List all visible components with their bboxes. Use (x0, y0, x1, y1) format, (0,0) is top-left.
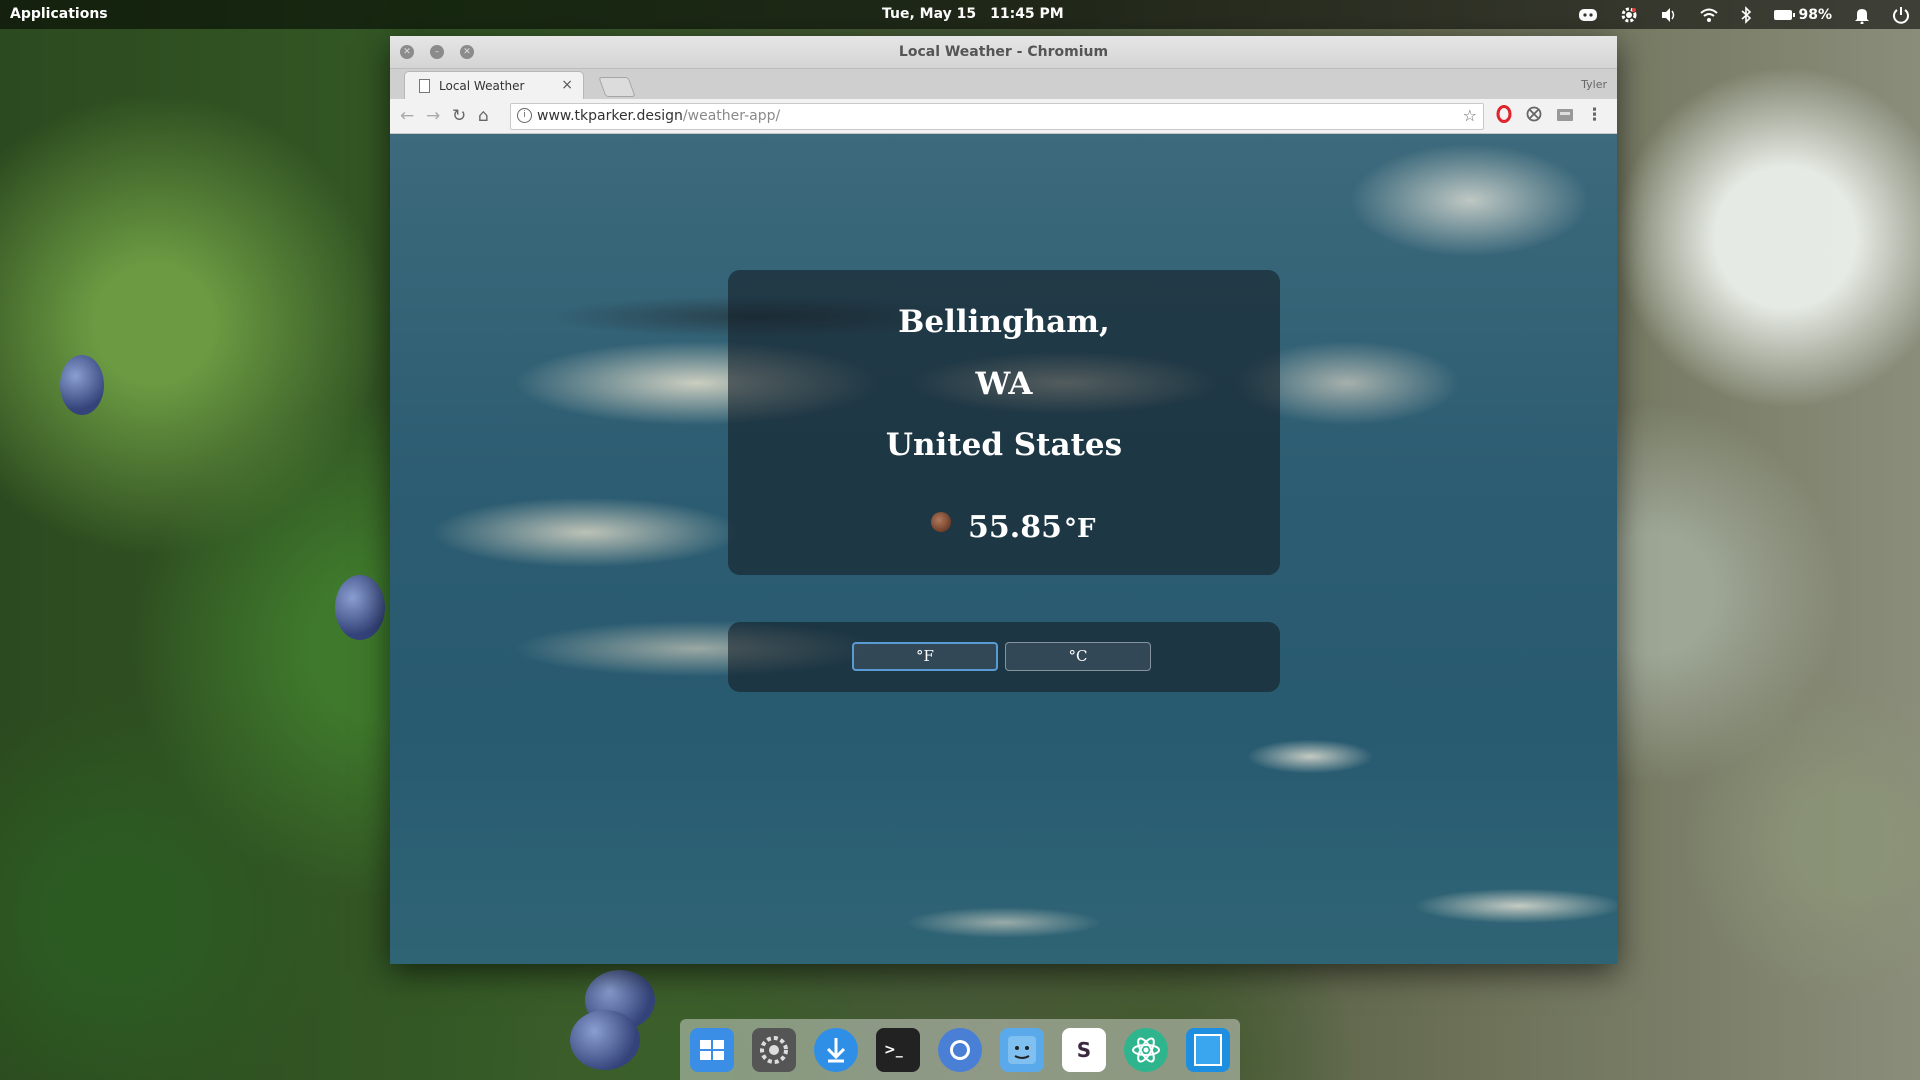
system-tray: 98% (1578, 4, 1910, 26)
atom-icon[interactable] (1124, 1028, 1168, 1072)
battery-indicator[interactable]: 98% (1774, 7, 1832, 23)
chromium-icon[interactable] (938, 1028, 982, 1072)
browser-menu-icon[interactable]: ⋮ (1586, 105, 1603, 125)
city-label: Bellingham, (898, 304, 1110, 340)
bluetooth-icon[interactable] (1740, 6, 1752, 24)
finder-icon[interactable] (1000, 1028, 1044, 1072)
home-icon[interactable]: ⌂ (478, 106, 489, 126)
unit-toggle-card: °F °C (728, 622, 1280, 692)
temperature-unit: °F (1064, 514, 1096, 544)
slack-icon[interactable]: S (1062, 1028, 1106, 1072)
tab-local-weather[interactable]: Local Weather × (404, 71, 584, 100)
title-bar[interactable]: ✕ – ✕ Local Weather - Chromium (390, 36, 1617, 69)
settings-gear-icon[interactable] (1620, 6, 1638, 24)
time-label: 11:45 PM (990, 6, 1064, 22)
forward-arrow-icon[interactable]: → (426, 106, 440, 126)
terminal-icon[interactable]: >_ (876, 1028, 920, 1072)
cast-extension-icon[interactable] (1556, 107, 1574, 127)
state-label: WA (975, 366, 1033, 402)
notification-bell-icon[interactable] (1854, 6, 1870, 24)
opera-extension-icon[interactable] (1496, 105, 1512, 128)
wallpaper-berry (335, 575, 385, 640)
window-title: Local Weather - Chromium (898, 44, 1109, 60)
dock: >_ S (680, 1019, 1240, 1080)
temperature-value: 55.85 (968, 510, 1062, 545)
wallpaper-berry (60, 355, 104, 415)
fahrenheit-button[interactable]: °F (852, 642, 998, 671)
celsius-button[interactable]: °C (1005, 642, 1151, 671)
weather-condition-icon (931, 512, 951, 532)
browser-toolbar: ← → ↻ ⌂ i www.tkparker.design/weather-ap… (390, 99, 1617, 134)
wallpaper-berry (570, 1010, 640, 1070)
system-settings-icon[interactable] (752, 1028, 796, 1072)
power-icon[interactable] (1892, 6, 1910, 24)
slack-glyph: S (1076, 1038, 1092, 1062)
date-label: Tue, May 15 (882, 6, 977, 22)
profile-name[interactable]: Tyler (1581, 78, 1607, 91)
reload-icon[interactable]: ↻ (452, 106, 466, 126)
date-time[interactable]: Tue, May 15 11:45 PM (882, 6, 1078, 22)
top-panel: Applications Tue, May 15 11:45 PM 98% (0, 0, 1920, 29)
country-label: United States (885, 427, 1123, 463)
site-info-icon[interactable]: i (517, 108, 532, 123)
volume-icon[interactable] (1660, 7, 1678, 23)
block-extension-icon[interactable] (1526, 106, 1542, 127)
terminal-prompt-glyph: >_ (884, 1042, 903, 1058)
new-tab-button[interactable] (598, 77, 636, 97)
applications-menu[interactable]: Applications (10, 6, 108, 22)
notes-icon[interactable] (1186, 1028, 1230, 1072)
weather-info-card: Bellingham, WA United States 55.85 °F (728, 270, 1280, 575)
bookmark-star-icon[interactable]: ☆ (1463, 106, 1477, 125)
appcenter-download-icon[interactable] (814, 1028, 858, 1072)
tab-strip: Local Weather × Tyler (390, 69, 1617, 100)
back-arrow-icon[interactable]: ← (400, 106, 414, 126)
multitasking-view-icon[interactable] (690, 1028, 734, 1072)
address-bar[interactable]: i www.tkparker.design/weather-app/ ☆ (510, 103, 1484, 130)
weather-page: Bellingham, WA United States 55.85 °F °F… (390, 134, 1617, 964)
browser-window: ✕ – ✕ Local Weather - Chromium Local Wea… (390, 36, 1617, 964)
tab-close-icon[interactable]: × (561, 77, 573, 93)
url-path: /weather-app/ (682, 108, 781, 124)
page-icon (419, 79, 430, 93)
wifi-icon[interactable] (1700, 7, 1719, 23)
url-host: www.tkparker.design (537, 108, 683, 124)
url-text: www.tkparker.design/weather-app/ (537, 108, 780, 124)
tab-label: Local Weather (439, 79, 525, 93)
battery-percent: 98% (1798, 7, 1832, 23)
battery-icon (1774, 10, 1796, 20)
discord-icon[interactable] (1578, 7, 1598, 23)
